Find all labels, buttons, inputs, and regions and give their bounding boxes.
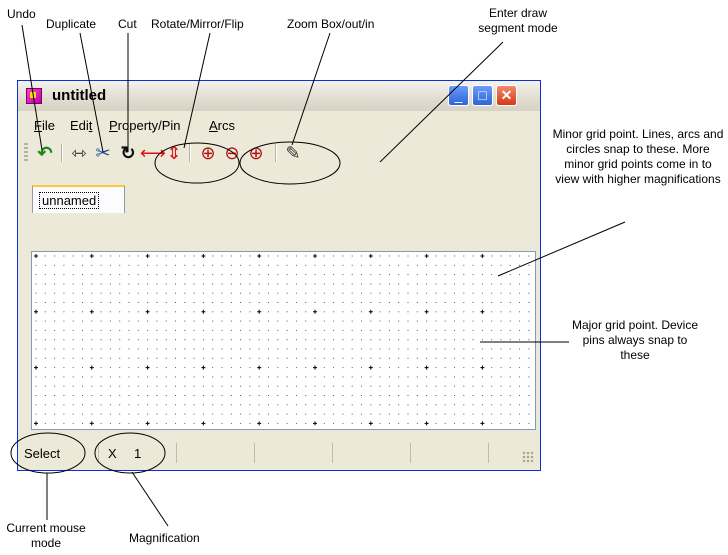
magnification-callout-line — [131, 471, 169, 527]
undo-callout-line — [21, 24, 43, 151]
callout-overlay — [10, 24, 626, 527]
draw-callout-line — [379, 41, 504, 163]
duplicate-callout-line — [79, 32, 104, 153]
rotate-callout-line — [183, 32, 211, 149]
rotate-group-ellipse — [154, 142, 240, 184]
minor-grid-callout-line — [497, 221, 626, 277]
magnification-ellipse — [94, 432, 166, 474]
zoom-callout-line — [291, 32, 331, 146]
zoom-group-ellipse — [239, 141, 341, 185]
mode-ellipse — [10, 432, 86, 474]
